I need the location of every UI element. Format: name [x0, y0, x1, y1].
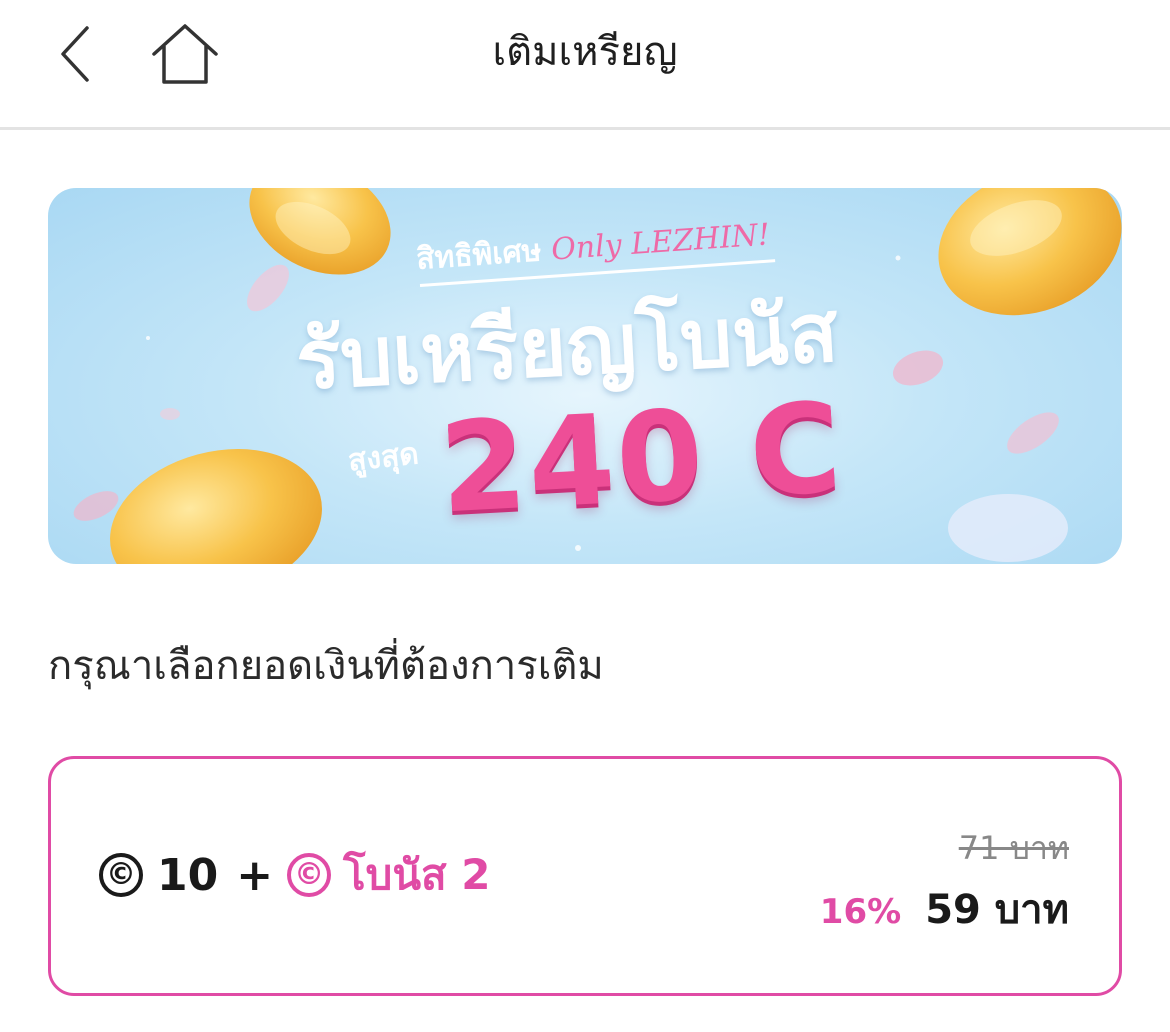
banner-privilege-label: สิทธิพิเศษ	[415, 233, 543, 278]
bonus-coin-icon: ©	[287, 853, 332, 897]
topup-option-card[interactable]: © 10 + © โบนัส 2 71 บาท 16% 59 บาท	[48, 756, 1122, 996]
select-amount-prompt: กรุณาเลือกยอดเงินที่ต้องการเติม	[48, 643, 604, 689]
promo-banner[interactable]: สิทธิพิเศษ Only LEZHIN! รับเหรียญโบนัส สู…	[48, 188, 1122, 564]
top-navigation-bar: เติมเหรียญ	[0, 0, 1170, 130]
coin-package-info: © 10 + © โบนัส 2	[99, 847, 491, 903]
final-price: 59 บาท	[925, 887, 1069, 933]
bonus-label: โบนัส 2	[343, 850, 491, 899]
page-title: เติมเหรียญ	[492, 29, 678, 75]
discount-badge: 16%	[819, 892, 902, 932]
plus-sign: +	[236, 849, 274, 901]
price-row: 16% 59 บาท	[820, 877, 1069, 941]
original-price: 71 บาท	[958, 829, 1069, 867]
coin-amount: 10	[157, 849, 219, 901]
banner-amount: 240 C	[436, 376, 847, 542]
coin-icon: ©	[99, 853, 143, 897]
banner-brand-tag: Only LEZHIN!	[550, 217, 771, 268]
banner-max-label: สูงสุด	[346, 436, 421, 479]
